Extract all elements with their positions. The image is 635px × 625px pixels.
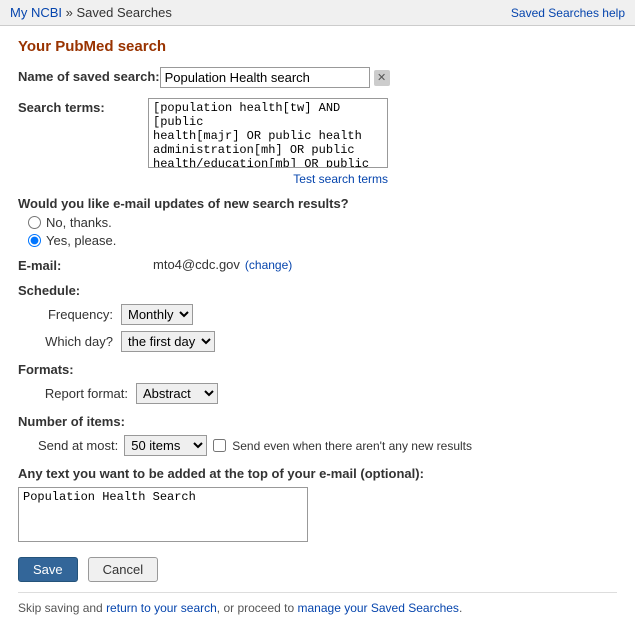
email-updates-question: Would you like e-mail updates of new sea… [18, 196, 617, 248]
email-row: E-mail: mto4@cdc.gov (change) [18, 256, 617, 273]
cancel-button[interactable]: Cancel [88, 557, 158, 582]
send-even-label: Send even when there aren't any new resu… [232, 439, 472, 453]
items-label: Number of items: [18, 414, 617, 429]
test-link-container: Test search terms [148, 171, 388, 186]
formats-inner: Report format: Abstract Summary Full [18, 383, 617, 404]
breadcrumb-separator: » [62, 5, 76, 20]
no-label: No, thanks. [46, 215, 112, 230]
schedule-inner: Frequency: Daily Weekly Monthly Which da… [18, 304, 617, 352]
optional-textarea-wrap: Population Health Search [18, 487, 308, 545]
send-at-most-select[interactable]: 5 items 10 items 20 items 50 items 100 i… [124, 435, 207, 456]
report-format-row: Report format: Abstract Summary Full [38, 383, 617, 404]
breadcrumb: My NCBI » Saved Searches [10, 5, 172, 20]
footer-middle-text: , or proceed to [217, 601, 298, 615]
name-input-wrap: ✕ [160, 67, 617, 88]
frequency-row: Frequency: Daily Weekly Monthly [38, 304, 617, 325]
email-change-container: (change) [245, 257, 292, 272]
which-day-select[interactable]: the first day the last day [121, 331, 215, 352]
page-title: Your PubMed search [18, 38, 617, 55]
email-updates-label: Would you like e-mail updates of new sea… [18, 196, 617, 211]
search-terms-value-container: [population health[tw] AND [public healt… [148, 98, 617, 186]
main-content: Your PubMed search Name of saved search:… [0, 26, 635, 625]
save-button[interactable]: Save [18, 557, 78, 582]
saved-searches-help-link[interactable]: Saved Searches help [511, 6, 625, 20]
optional-label: Any text you want to be added at the top… [18, 466, 617, 481]
optional-textarea[interactable]: Population Health Search [18, 487, 308, 542]
which-day-label: Which day? [38, 334, 113, 349]
frequency-select[interactable]: Daily Weekly Monthly [121, 304, 193, 325]
schedule-section: Schedule: Frequency: Daily Weekly Monthl… [18, 283, 617, 352]
manage-saved-searches-link[interactable]: manage your Saved Searches [298, 601, 459, 615]
name-input[interactable] [160, 67, 370, 88]
search-terms-label: Search terms: [18, 98, 148, 115]
report-format-select[interactable]: Abstract Summary Full [136, 383, 218, 404]
frequency-label: Frequency: [38, 307, 113, 322]
yes-radio-row: Yes, please. [18, 233, 617, 248]
buttons-row: Save Cancel [18, 557, 617, 582]
formats-section: Formats: Report format: Abstract Summary… [18, 362, 617, 404]
send-at-most-label: Send at most: [38, 438, 118, 453]
name-row: Name of saved search: ✕ [18, 67, 617, 88]
my-ncbi-link[interactable]: My NCBI [10, 5, 62, 20]
page-header: My NCBI » Saved Searches Saved Searches … [0, 0, 635, 26]
items-section: Number of items: Send at most: 5 items 1… [18, 414, 617, 456]
footer-skip-text: Skip saving and [18, 601, 106, 615]
schedule-label: Schedule: [18, 283, 617, 298]
footer-note: Skip saving and return to your search, o… [18, 592, 617, 615]
email-address: mto4@cdc.gov [153, 257, 240, 272]
clear-name-button[interactable]: ✕ [374, 70, 390, 86]
help-link-container: Saved Searches help [511, 5, 625, 20]
yes-radio[interactable] [28, 234, 41, 247]
yes-label: Yes, please. [46, 233, 116, 248]
search-terms-row: Search terms: [population health[tw] AND… [18, 98, 617, 186]
footer-end-text: . [459, 601, 462, 615]
search-terms-textarea[interactable]: [population health[tw] AND [public healt… [148, 98, 388, 168]
saved-searches-label: Saved Searches [76, 5, 171, 20]
email-change-link[interactable]: (change) [245, 258, 292, 272]
items-inner: Send at most: 5 items 10 items 20 items … [18, 435, 617, 456]
search-terms-textarea-wrap: [population health[tw] AND [public healt… [148, 98, 388, 171]
name-value-container: ✕ [160, 67, 617, 88]
send-even-checkbox[interactable] [213, 439, 226, 452]
report-format-label: Report format: [38, 386, 128, 401]
name-label: Name of saved search: [18, 67, 160, 84]
optional-section: Any text you want to be added at the top… [18, 466, 617, 545]
no-radio[interactable] [28, 216, 41, 229]
which-day-row: Which day? the first day the last day [38, 331, 617, 352]
return-to-search-link[interactable]: return to your search [106, 601, 217, 615]
test-search-terms-link[interactable]: Test search terms [293, 172, 388, 186]
email-label: E-mail: [18, 256, 148, 273]
formats-label: Formats: [18, 362, 617, 377]
no-radio-row: No, thanks. [18, 215, 617, 230]
